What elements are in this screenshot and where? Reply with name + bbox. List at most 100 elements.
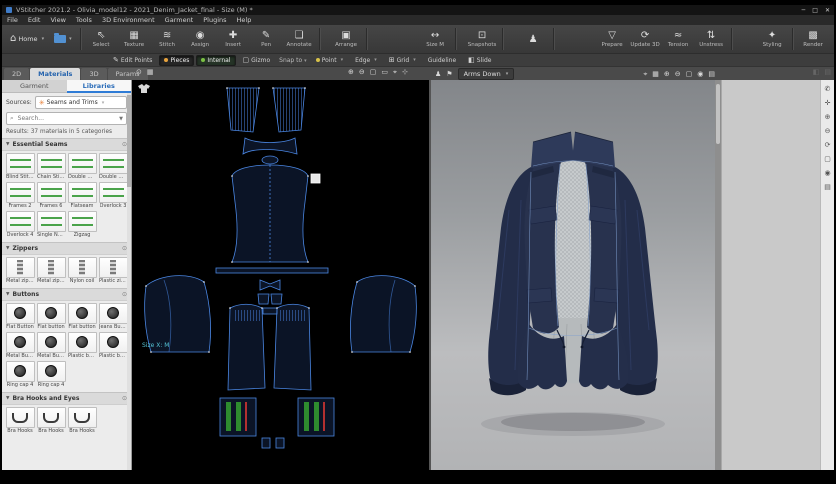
library-item[interactable]: Jeans Button bbox=[98, 303, 128, 331]
target-icon[interactable]: ⌖ bbox=[393, 69, 397, 76]
tab-2d[interactable]: 2D bbox=[4, 68, 29, 80]
snap-grid-button[interactable]: ⊞ Grid bbox=[384, 54, 421, 66]
toolbar-annotate-button[interactable]: ❏Annotate bbox=[283, 29, 316, 49]
library-tab-libraries[interactable]: Libraries bbox=[67, 80, 132, 93]
pose-dropdown[interactable]: Arms Down bbox=[458, 68, 515, 80]
library-item[interactable]: Overlock 4 bbox=[5, 211, 35, 239]
zoom-out-icon[interactable]: ⊖ bbox=[675, 71, 681, 78]
category-header[interactable]: ▼Zippers⊙ bbox=[2, 242, 131, 255]
pieces-toggle[interactable]: Pieces bbox=[159, 55, 194, 66]
library-item[interactable]: Frames 2 bbox=[5, 182, 35, 210]
menu-edit[interactable]: Edit bbox=[23, 15, 46, 25]
library-item[interactable]: Metal Button bbox=[5, 332, 35, 360]
library-item[interactable]: Double Needle bbox=[98, 153, 128, 181]
snap-edge-button[interactable]: Edge bbox=[350, 55, 382, 66]
hand-icon[interactable]: ⊹ bbox=[402, 69, 408, 76]
zoom-in-icon[interactable]: ⊕ bbox=[825, 114, 831, 121]
layers-icon[interactable]: ▤ bbox=[824, 69, 831, 76]
fit-icon[interactable]: ▢ bbox=[370, 69, 377, 76]
home-button[interactable]: ⌂ Home bbox=[5, 32, 49, 46]
garment-3d-view[interactable] bbox=[431, 80, 715, 470]
library-item[interactable]: Nylon coil bbox=[67, 257, 97, 285]
zoom-in-icon[interactable]: ⊕ bbox=[664, 71, 670, 78]
library-tab-garment[interactable]: Garment bbox=[2, 80, 67, 93]
library-item[interactable]: Double Needle bbox=[67, 153, 97, 181]
snapshot-icon[interactable]: ◉ bbox=[697, 71, 703, 78]
library-item[interactable]: Metal Button bbox=[36, 332, 66, 360]
toolbar-insert-button[interactable]: ✚Insert bbox=[217, 29, 250, 49]
sources-dropdown[interactable]: ✳ Seams and Trims bbox=[35, 96, 127, 109]
library-item[interactable]: Flatseam bbox=[67, 182, 97, 210]
zoom-out-icon[interactable]: ⊖ bbox=[359, 69, 365, 76]
search-input[interactable] bbox=[16, 114, 118, 123]
filter-icon[interactable]: ▼ bbox=[119, 116, 123, 122]
library-item[interactable]: Frames 6 bbox=[36, 182, 66, 210]
guideline-button[interactable]: Guideline bbox=[423, 55, 461, 66]
menu-view[interactable]: View bbox=[45, 15, 70, 25]
gizmo-button[interactable]: ▢ Gizmo bbox=[238, 54, 276, 66]
toolbar-render-button[interactable]: ▩Render bbox=[797, 29, 830, 49]
tab-materials[interactable]: Materials bbox=[30, 68, 80, 80]
toolbar-mannequin-button[interactable]: ♟ bbox=[517, 33, 550, 46]
library-item[interactable]: Single Needle bbox=[36, 211, 66, 239]
menu-3d-environment[interactable]: 3D Environment bbox=[97, 15, 160, 25]
toolbar-select-button[interactable]: ⇖Select bbox=[85, 29, 118, 49]
pattern-2d-view[interactable]: Size X: M bbox=[132, 80, 429, 470]
internal-toggle[interactable]: Internal bbox=[196, 55, 235, 66]
library-item[interactable]: Plastic button bbox=[67, 332, 97, 360]
close-button[interactable]: ✕ bbox=[825, 7, 830, 14]
library-item[interactable]: Bra Hooks bbox=[67, 407, 97, 435]
toolbar-update-3d-button[interactable]: ⟳Update 3D bbox=[629, 29, 662, 49]
library-item[interactable]: Bra Hooks bbox=[36, 407, 66, 435]
zoom-out-icon[interactable]: ⊖ bbox=[825, 128, 831, 135]
library-item[interactable]: Metal zipper bbox=[5, 257, 35, 285]
denim-jacket[interactable] bbox=[481, 132, 665, 436]
maximize-button[interactable]: □ bbox=[812, 7, 818, 14]
library-scrollbar-thumb[interactable] bbox=[127, 95, 131, 187]
category-header[interactable]: ▼Essential Seams⊙ bbox=[2, 138, 131, 151]
toolbar-arrange-button[interactable]: ▣Arrange bbox=[330, 29, 363, 49]
toolbar-pen-button[interactable]: ✎Pen bbox=[250, 29, 283, 49]
avatar-icon[interactable]: ♟ bbox=[435, 71, 441, 78]
open-garment-button[interactable] bbox=[49, 35, 77, 43]
edit-points-button[interactable]: ✎ Edit Points bbox=[108, 54, 157, 66]
pattern-2d-canvas[interactable]: Size X: M bbox=[132, 80, 429, 472]
fit-icon[interactable]: ▢ bbox=[824, 156, 831, 163]
toolbar-share-button[interactable]: ⇗Share bbox=[830, 29, 836, 49]
library-item[interactable]: Plastic button bbox=[98, 332, 128, 360]
view3d-scrollbar-thumb[interactable] bbox=[716, 84, 720, 144]
library-item[interactable]: Plastic zipper bbox=[98, 257, 128, 285]
toolbar-tension-button[interactable]: ≈Tension bbox=[662, 29, 695, 49]
toolbar-styling-button[interactable]: ✦Styling bbox=[756, 29, 789, 49]
eye-icon[interactable]: ⊙ bbox=[136, 69, 142, 76]
toolbar-stitch-button[interactable]: ≋Stitch bbox=[151, 29, 184, 49]
category-header[interactable]: ▼Bra Hooks and Eyes⊙ bbox=[2, 392, 131, 405]
library-item[interactable]: Metal zipper bbox=[36, 257, 66, 285]
snapshot-icon[interactable]: ◉ bbox=[824, 170, 830, 177]
menu-tools[interactable]: Tools bbox=[71, 15, 97, 25]
minimize-button[interactable]: ─ bbox=[802, 7, 806, 14]
category-header[interactable]: ▼Buttons⊙ bbox=[2, 288, 131, 301]
library-item[interactable]: Chain Stitch bbox=[36, 153, 66, 181]
menu-file[interactable]: File bbox=[2, 15, 23, 25]
library-item[interactable]: Flat button bbox=[67, 303, 97, 331]
frame-icon[interactable]: ▭ bbox=[381, 69, 388, 76]
layers-icon[interactable]: ▤ bbox=[824, 184, 831, 191]
library-item[interactable]: Flat Button bbox=[5, 303, 35, 331]
layers-icon[interactable]: ▤ bbox=[708, 71, 715, 78]
pieces-view-icon[interactable]: ▦ bbox=[147, 69, 154, 76]
toolbar-prepare-button[interactable]: ▽Prepare bbox=[596, 29, 629, 49]
target-icon[interactable]: ⌖ bbox=[643, 71, 647, 78]
library-item[interactable]: Blind Stitch bbox=[5, 153, 35, 181]
grid-view-icon[interactable]: ▦ bbox=[652, 71, 659, 78]
library-scrollbar[interactable] bbox=[127, 93, 131, 470]
fit-icon[interactable]: ▢ bbox=[686, 71, 693, 78]
zoom-in-icon[interactable]: ⊕ bbox=[348, 69, 354, 76]
garment-3d-canvas[interactable] bbox=[431, 80, 715, 472]
toolbar-unstress-button[interactable]: ⇅Unstress bbox=[695, 29, 728, 49]
rotate-icon[interactable]: ⟳ bbox=[825, 142, 831, 149]
menu-garment[interactable]: Garment bbox=[160, 15, 199, 25]
library-item[interactable]: Ring cap 4 bbox=[5, 361, 35, 389]
pan-icon[interactable]: ✛ bbox=[825, 100, 831, 107]
pin-icon[interactable]: ⚑ bbox=[446, 71, 452, 78]
